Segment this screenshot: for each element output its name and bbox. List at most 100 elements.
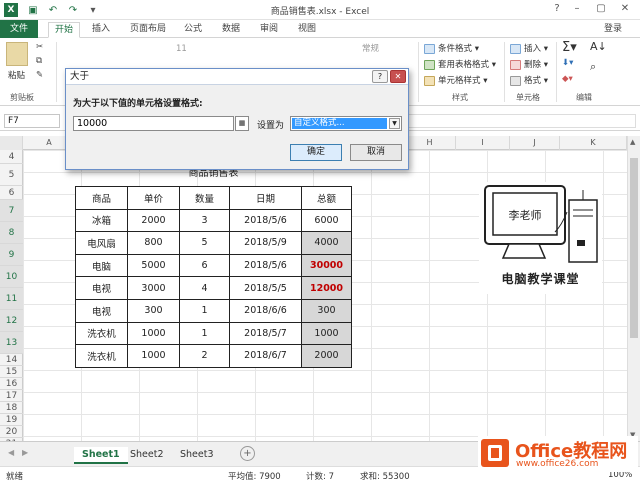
table-cell[interactable]: 30000 [301,253,352,278]
paste-button[interactable]: 粘贴 [8,69,25,81]
add-sheet-icon[interactable]: + [240,446,255,461]
find-select-icon[interactable]: ⌕ [590,60,596,74]
column-header[interactable]: I [456,136,510,150]
row-header[interactable]: 17 [0,390,23,402]
scroll-thumb[interactable] [630,158,638,338]
table-cell[interactable]: 3000 [127,276,180,300]
tab-next-icon[interactable]: ▶ [22,448,28,457]
number-format-select[interactable]: 常规 [362,42,379,54]
ok-button[interactable]: 确定 [290,144,342,161]
table-cell[interactable]: 5 [179,231,230,255]
table-cell[interactable]: 电脑 [75,253,128,278]
cancel-button[interactable]: 取消 [350,144,402,161]
autosum-icon[interactable]: Σ▾ [562,40,577,55]
row-header[interactable]: 6 [0,186,23,200]
row-header[interactable]: 15 [0,366,23,378]
table-cell[interactable]: 1000 [127,321,180,346]
table-cell[interactable]: 洗衣机 [75,344,128,368]
tab-insert[interactable]: 插入 [86,22,116,38]
table-cell[interactable]: 2018/6/6 [229,298,302,323]
table-cell[interactable]: 6000 [301,208,352,233]
table-cell[interactable]: 1000 [127,344,180,368]
scroll-up-icon[interactable]: ▲ [630,138,635,146]
table-cell[interactable]: 1 [179,298,230,323]
clear-icon[interactable]: ◆▾ [562,74,573,84]
chevron-down-icon[interactable]: ▼ [389,118,400,129]
table-cell[interactable]: 1 [179,321,230,346]
table-cell[interactable]: 4000 [301,231,352,255]
copy-icon[interactable]: ⧉ [36,56,42,66]
insert-cells-button[interactable]: 插入 ▾ [510,42,548,54]
table-cell[interactable]: 6 [179,253,230,278]
tab-review[interactable]: 审阅 [254,22,284,38]
row-header[interactable]: 13 [0,332,23,354]
format-select[interactable]: 自定义格式... ▼ [290,116,402,131]
login-link[interactable]: 登录 [598,22,628,38]
tab-formulas[interactable]: 公式 [178,22,208,38]
row-header[interactable]: 4 [0,150,23,164]
vertical-scrollbar[interactable]: ▲ ▼ [627,136,640,441]
table-cell[interactable]: 电风扇 [75,231,128,255]
table-cell[interactable]: 300 [301,298,352,323]
table-cell[interactable]: 冰箱 [75,208,128,233]
fill-icon[interactable]: ⬇▾ [562,58,573,68]
table-cell[interactable]: 5000 [127,253,180,278]
row-header[interactable]: 12 [0,310,23,332]
conditional-format-button[interactable]: 条件格式 ▾ [424,42,479,54]
minimize-button[interactable]: – [568,2,586,16]
row-header[interactable]: 18 [0,402,23,414]
help-button[interactable]: ? [548,2,566,16]
table-cell[interactable]: 2018/5/6 [229,208,302,233]
row-header[interactable]: 16 [0,378,23,390]
row-header[interactable]: 19 [0,414,23,426]
table-header-cell[interactable]: 总额 [301,186,352,210]
sheet-tab-sheet3[interactable]: Sheet3 [172,447,222,464]
format-cells-button[interactable]: 格式 ▾ [510,74,548,86]
table-cell[interactable]: 2018/5/7 [229,321,302,346]
tab-view[interactable]: 视图 [292,22,322,38]
table-cell[interactable]: 2000 [127,208,180,233]
table-header-cell[interactable]: 单价 [127,186,180,210]
format-painter-icon[interactable]: ✎ [36,70,43,80]
sort-filter-icon[interactable]: A↓ [590,40,607,53]
row-header[interactable]: 7 [0,200,23,222]
table-header-cell[interactable]: 数量 [179,186,230,210]
table-cell[interactable]: 2018/5/5 [229,276,302,300]
tab-page-layout[interactable]: 页面布局 [124,22,172,38]
sheet-tab-sheet2[interactable]: Sheet2 [122,447,172,464]
select-all-corner[interactable] [0,136,23,150]
tab-data[interactable]: 数据 [216,22,246,38]
table-format-button[interactable]: 套用表格格式 ▾ [424,58,496,70]
range-select-icon[interactable]: ▦ [235,116,249,131]
table-cell[interactable]: 1000 [301,321,352,346]
table-cell[interactable]: 2 [179,344,230,368]
table-header-cell[interactable]: 商品 [75,186,128,210]
table-cell[interactable]: 800 [127,231,180,255]
table-cell[interactable]: 3 [179,208,230,233]
table-cell[interactable]: 电视 [75,298,128,323]
tab-home[interactable]: 开始 [48,22,81,38]
column-header[interactable]: K [560,136,627,150]
table-cell[interactable]: 电视 [75,276,128,300]
table-cell[interactable]: 2018/6/7 [229,344,302,368]
cut-icon[interactable]: ✂ [36,42,43,52]
row-header[interactable]: 14 [0,354,23,366]
dialog-close-button[interactable]: ✕ [390,70,406,83]
row-header[interactable]: 10 [0,266,23,288]
row-header[interactable]: 8 [0,222,23,244]
table-header-cell[interactable]: 日期 [229,186,302,210]
row-header[interactable]: 5 [0,164,23,186]
table-cell[interactable]: 2018/5/6 [229,253,302,278]
row-header[interactable]: 9 [0,244,23,266]
restore-button[interactable]: ▢ [592,2,610,16]
close-button[interactable]: ✕ [616,2,634,16]
tab-file[interactable]: 文件 [0,20,38,38]
table-cell[interactable]: 2018/5/9 [229,231,302,255]
table-cell[interactable]: 300 [127,298,180,323]
threshold-input[interactable]: 10000 [73,116,234,131]
table-cell[interactable]: 2000 [301,344,352,368]
dialog-help-button[interactable]: ? [372,70,388,83]
column-header[interactable]: J [510,136,560,150]
row-header[interactable]: 20 [0,426,23,438]
sheet-tab-sheet1[interactable]: Sheet1 [74,447,128,464]
